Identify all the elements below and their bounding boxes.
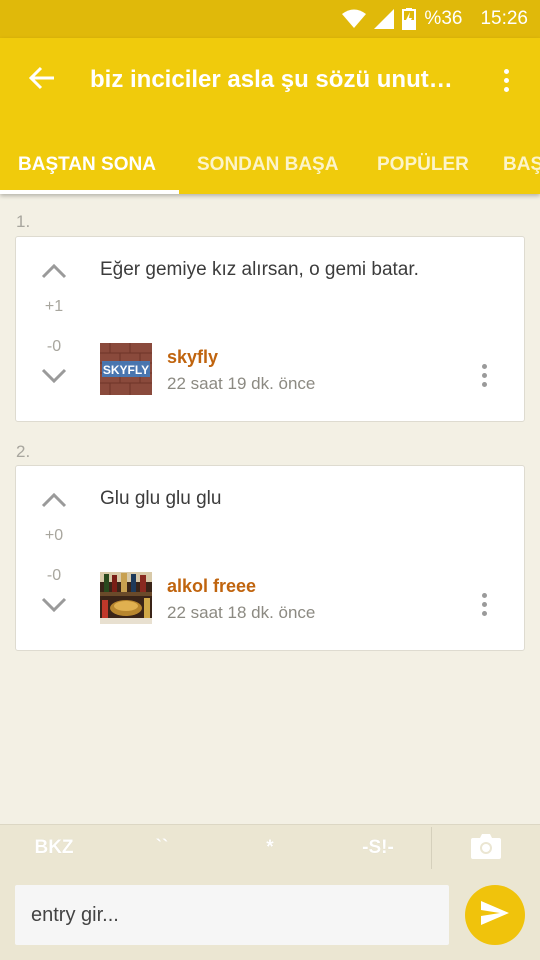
tab-sondan-basa[interactable]: SONDAN BAŞA (197, 136, 338, 194)
camera-button[interactable] (468, 832, 504, 864)
upvote-button[interactable] (38, 490, 70, 514)
active-tab-indicator (0, 190, 179, 194)
battery-percent: %36 (424, 8, 463, 29)
bkz-button[interactable]: BKZ (0, 825, 108, 871)
camera-icon (470, 832, 502, 865)
divider (431, 827, 432, 869)
entry-input[interactable] (15, 885, 449, 945)
back-arrow-icon (28, 66, 55, 95)
downvote-button[interactable] (38, 366, 70, 390)
avatar[interactable] (100, 572, 152, 624)
entry-text: Eğer gemiye kız alırsan, o gemi batar. (100, 259, 419, 280)
author-link[interactable]: skyfly (167, 347, 218, 368)
shortcut-bar: BKZ `` * -S!- (0, 824, 540, 870)
tab-populer[interactable]: POPÜLER (377, 136, 469, 194)
entry-card: +0 -0 Glu glu glu glu alkol freee 22 saa… (15, 465, 525, 651)
entry-time: 22 saat 18 dk. önce (167, 603, 316, 622)
chevron-down-icon (41, 368, 67, 389)
downvote-button[interactable] (38, 595, 70, 619)
entry-card: +1 -0 Eğer gemiye kız alırsan, o gemi ba… (15, 236, 525, 422)
downvote-count: -0 (46, 338, 62, 355)
entry-more-button[interactable] (474, 358, 494, 392)
author-link[interactable]: alkol freee (167, 576, 256, 597)
battery-icon (402, 8, 417, 30)
app-bar: biz inciciler asla şu sözü unutmayacağız… (0, 38, 540, 194)
spoiler-button[interactable]: -S!- (324, 825, 432, 871)
chevron-down-icon (41, 597, 67, 618)
wifi-icon (342, 9, 367, 29)
backtick-button[interactable]: `` (108, 825, 216, 871)
entry-number: 1. (16, 212, 31, 231)
signal-icon (374, 9, 395, 29)
upvote-count: +0 (44, 527, 64, 544)
status-bar: %36 15:26 (0, 0, 540, 38)
entry-more-button[interactable] (474, 587, 494, 621)
asterisk-button[interactable]: * (216, 825, 324, 871)
tab-bar: BAŞTAN SONA SONDAN BAŞA POPÜLER BAŞ (0, 136, 540, 194)
entry-time: 22 saat 19 dk. önce (167, 374, 316, 393)
send-icon (480, 900, 510, 931)
composer (0, 870, 540, 960)
chevron-up-icon (41, 492, 67, 513)
upvote-count: +1 (44, 298, 64, 315)
tab-bastan-sona[interactable]: BAŞTAN SONA (18, 136, 156, 194)
topic-title: biz inciciler asla şu sözü unutmayacağız (90, 66, 470, 93)
avatar-text: SKYFLY (103, 363, 149, 377)
downvote-count: -0 (46, 567, 62, 584)
avatar[interactable]: SKYFLY (100, 343, 152, 395)
tab-bas[interactable]: BAŞ (503, 136, 540, 194)
back-button[interactable] (22, 60, 62, 100)
entry-number: 2. (16, 442, 31, 461)
clock: 15:26 (480, 8, 528, 29)
upvote-button[interactable] (38, 261, 70, 285)
send-button[interactable] (465, 885, 525, 945)
entry-text: Glu glu glu glu (100, 488, 222, 509)
chevron-up-icon (41, 263, 67, 284)
more-vert-icon[interactable] (492, 62, 520, 98)
entry-list: 1. +1 -0 Eğer gemiye kız alırsan, o gemi… (0, 194, 540, 824)
